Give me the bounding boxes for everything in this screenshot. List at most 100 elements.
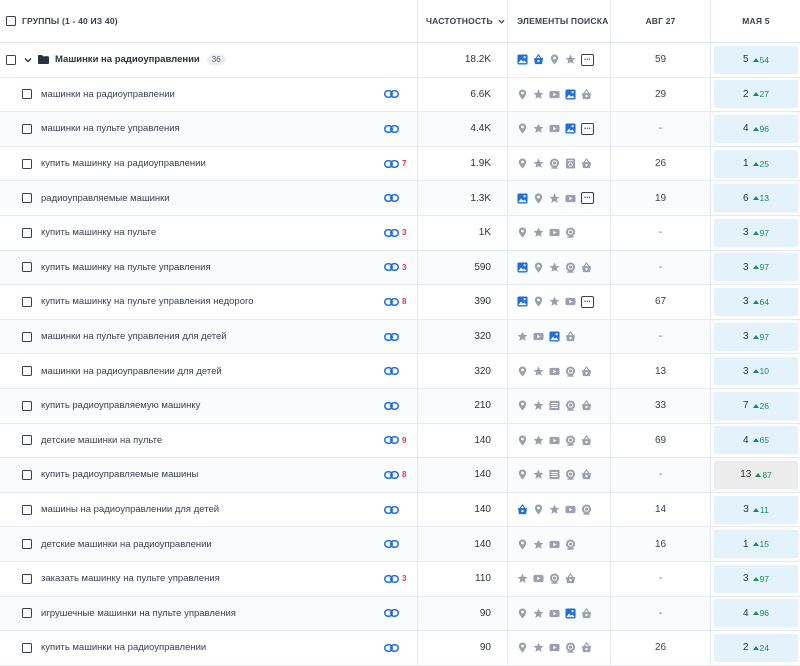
- header-may[interactable]: МАЯ 5: [711, 0, 800, 42]
- sort-down-icon[interactable]: [498, 18, 505, 25]
- group-row[interactable]: Машинки на радиоуправлении 36 18.2K ••• …: [0, 43, 800, 78]
- url-link[interactable]: [384, 608, 399, 618]
- link-icon[interactable]: [384, 159, 399, 169]
- rank-box[interactable]: 3 97: [714, 253, 798, 282]
- keyword-text[interactable]: купить машинку на радиоуправлении: [41, 158, 206, 169]
- keyword-text[interactable]: детские машинки на пульте: [41, 435, 162, 446]
- rank-box[interactable]: 4 96: [714, 599, 798, 628]
- row-checkbox[interactable]: [22, 296, 32, 307]
- keyword-text[interactable]: купить радиоуправляемые машины: [41, 469, 198, 480]
- table-row[interactable]: игрушечные машинки на пульте управления 9…: [0, 596, 800, 632]
- row-checkbox[interactable]: [22, 158, 32, 169]
- rank-box[interactable]: 3 97: [714, 322, 798, 351]
- table-row[interactable]: купить радиоуправляемую машинку 210 33 7 26: [0, 389, 800, 424]
- rank-box[interactable]: 4 96: [714, 114, 798, 143]
- row-checkbox[interactable]: [22, 331, 32, 342]
- row-checkbox[interactable]: [22, 608, 32, 619]
- keyword-text[interactable]: купить машинку на пульте: [41, 227, 156, 238]
- link-icon[interactable]: [384, 297, 399, 307]
- keyword-text[interactable]: детские машинки на радиоуправлении: [41, 539, 212, 550]
- row-checkbox[interactable]: [22, 227, 32, 238]
- url-link[interactable]: 3: [384, 262, 406, 272]
- keyword-text[interactable]: заказать машинку на пульте управления: [41, 573, 220, 584]
- url-link[interactable]: [384, 193, 399, 203]
- link-icon[interactable]: [384, 124, 399, 134]
- rank-box[interactable]: 7 26: [714, 391, 798, 420]
- row-checkbox[interactable]: [22, 89, 32, 100]
- more-features-icon[interactable]: •••: [581, 122, 594, 135]
- rank-box[interactable]: 2 24: [714, 633, 798, 662]
- link-icon[interactable]: [384, 574, 399, 584]
- row-checkbox[interactable]: [22, 400, 32, 411]
- keyword-text[interactable]: машинки на пульте управления: [41, 123, 180, 134]
- rank-box[interactable]: 3 97: [714, 564, 798, 593]
- link-icon[interactable]: [384, 539, 399, 549]
- table-row[interactable]: радиоуправляемые машинки 1.3K ••• 19 6 13: [0, 181, 800, 216]
- url-link[interactable]: 9: [384, 435, 406, 445]
- keyword-text[interactable]: купить машинку на пульте управления недо…: [41, 296, 254, 307]
- link-icon[interactable]: [384, 608, 399, 618]
- link-icon[interactable]: [384, 401, 399, 411]
- url-link[interactable]: 8: [384, 297, 406, 307]
- link-icon[interactable]: [384, 89, 399, 99]
- table-row[interactable]: купить машинки на радиоуправлении 90 26 2 24: [0, 631, 800, 666]
- keyword-text[interactable]: купить радиоуправляемую машинку: [41, 400, 200, 411]
- table-row[interactable]: детские машинки на радиоуправлении 140 16 1…: [0, 527, 800, 562]
- row-checkbox[interactable]: [22, 435, 32, 446]
- keyword-text[interactable]: машинки на радиоуправлении: [41, 89, 175, 100]
- table-row[interactable]: купить машинку на пульте управления 3 590 -…: [0, 250, 800, 286]
- keyword-text[interactable]: машинки на пульте управления для детей: [41, 331, 227, 342]
- row-checkbox[interactable]: [22, 642, 32, 653]
- row-checkbox[interactable]: [22, 193, 32, 204]
- keyword-text[interactable]: машинки на радиоуправлении для детей: [41, 366, 222, 377]
- url-link[interactable]: [384, 401, 399, 411]
- url-link[interactable]: 3: [384, 228, 406, 238]
- row-checkbox[interactable]: [22, 123, 32, 134]
- chevron-down-icon[interactable]: [24, 56, 32, 64]
- more-features-icon[interactable]: •••: [581, 53, 594, 66]
- keyword-text[interactable]: купить машинку на пульте управления: [41, 262, 211, 273]
- link-icon[interactable]: [384, 366, 399, 376]
- table-row[interactable]: заказать машинку на пульте управления 3 11…: [0, 562, 800, 597]
- group-checkbox[interactable]: [6, 54, 16, 65]
- rank-box[interactable]: 1 15: [714, 530, 798, 559]
- link-icon[interactable]: [384, 643, 399, 653]
- link-icon[interactable]: [384, 470, 399, 480]
- table-row[interactable]: детские машинки на пульте 9 140 69 4 65: [0, 423, 800, 459]
- header-volume[interactable]: ЧАСТОТНОСТЬ: [418, 0, 508, 42]
- rank-box[interactable]: 6 13: [714, 184, 798, 213]
- table-row[interactable]: машинки на радиоуправлении для детей 320 1…: [0, 354, 800, 389]
- keyword-text[interactable]: игрушечные машинки на пульте управления: [41, 608, 236, 619]
- rank-box[interactable]: 3 11: [714, 495, 798, 524]
- link-icon[interactable]: [384, 435, 399, 445]
- table-row[interactable]: купить машинку на пульте управления недо…: [0, 285, 800, 320]
- keyword-text[interactable]: машины на радиоуправлении для детей: [41, 504, 219, 515]
- header-aug[interactable]: АВГ 27: [611, 0, 711, 42]
- url-link[interactable]: [384, 643, 399, 653]
- table-row[interactable]: машины на радиоуправлении для детей 140 14…: [0, 492, 800, 528]
- table-row[interactable]: машинки на пульте управления для детей 32…: [0, 319, 800, 355]
- table-row[interactable]: машинки на пульте управления 4.4K ••• - 4 96: [0, 112, 800, 147]
- row-checkbox[interactable]: [22, 504, 32, 515]
- table-row[interactable]: машинки на радиоуправлении 6.6K 29 2 27: [0, 77, 800, 113]
- row-checkbox[interactable]: [22, 573, 32, 584]
- group-rank-box[interactable]: 5 54: [714, 45, 798, 74]
- link-icon[interactable]: [384, 228, 399, 238]
- row-checkbox[interactable]: [22, 469, 32, 480]
- url-link[interactable]: [384, 124, 399, 134]
- keyword-text[interactable]: радиоуправляемые машинки: [41, 193, 170, 204]
- url-link[interactable]: [384, 332, 399, 342]
- link-icon[interactable]: [384, 332, 399, 342]
- rank-box[interactable]: 3 64: [714, 287, 798, 316]
- url-link[interactable]: [384, 539, 399, 549]
- row-checkbox[interactable]: [22, 262, 32, 273]
- rank-box[interactable]: 13 87: [714, 460, 798, 489]
- url-link[interactable]: 7: [384, 159, 406, 169]
- link-icon[interactable]: [384, 193, 399, 203]
- row-checkbox[interactable]: [22, 366, 32, 377]
- rank-box[interactable]: 4 65: [714, 426, 798, 455]
- table-row[interactable]: купить радиоуправляемые машины 8 140 - 13 87: [0, 458, 800, 493]
- row-checkbox[interactable]: [22, 539, 32, 550]
- url-link[interactable]: 3: [384, 574, 406, 584]
- table-row[interactable]: купить машинку на радиоуправлении 7 1.9K 26…: [0, 146, 800, 182]
